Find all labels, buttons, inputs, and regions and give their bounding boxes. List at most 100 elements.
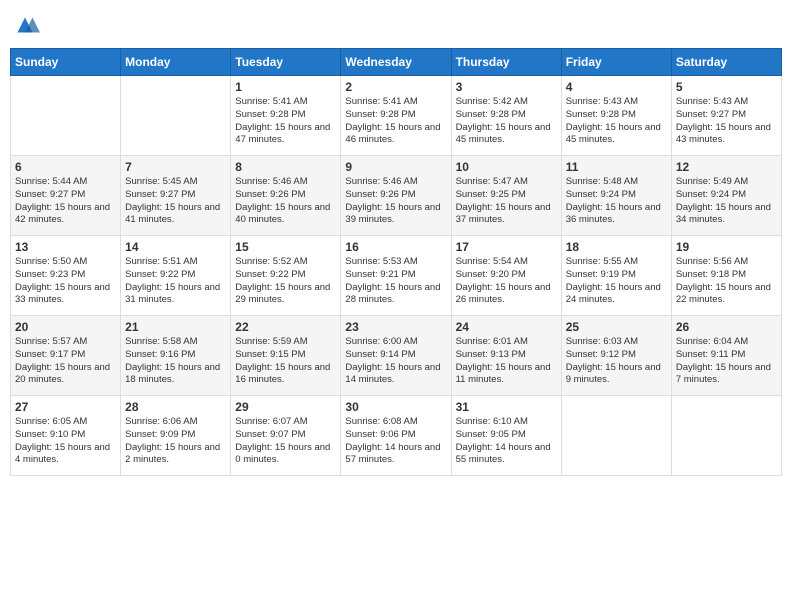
day-info: Sunrise: 5:41 AM Sunset: 9:28 PM Dayligh… bbox=[235, 96, 336, 147]
week-row-4: 20Sunrise: 5:57 AM Sunset: 9:17 PM Dayli… bbox=[11, 316, 782, 396]
weekday-header-row: SundayMondayTuesdayWednesdayThursdayFrid… bbox=[11, 49, 782, 76]
day-number: 24 bbox=[456, 320, 557, 334]
day-info: Sunrise: 5:42 AM Sunset: 9:28 PM Dayligh… bbox=[456, 96, 557, 147]
day-number: 16 bbox=[345, 240, 446, 254]
day-info: Sunrise: 6:04 AM Sunset: 9:11 PM Dayligh… bbox=[676, 336, 777, 387]
calendar-cell: 6 Sunrise: 5:44 AM Sunset: 9:27 PM Daylig… bbox=[11, 156, 121, 236]
calendar-cell: 25 Sunrise: 6:03 AM Sunset: 9:12 PM Dayli… bbox=[561, 316, 671, 396]
day-info: Sunrise: 6:03 AM Sunset: 9:12 PM Dayligh… bbox=[566, 336, 667, 387]
day-number: 3 bbox=[456, 80, 557, 94]
calendar-cell bbox=[671, 396, 781, 476]
logo-icon bbox=[10, 10, 40, 40]
calendar-cell: 13 Sunrise: 5:50 AM Sunset: 9:23 PM Dayli… bbox=[11, 236, 121, 316]
day-info: Sunrise: 5:56 AM Sunset: 9:18 PM Dayligh… bbox=[676, 256, 777, 307]
day-number: 2 bbox=[345, 80, 446, 94]
day-number: 26 bbox=[676, 320, 777, 334]
calendar-cell: 2 Sunrise: 5:41 AM Sunset: 9:28 PM Daylig… bbox=[341, 76, 451, 156]
calendar-cell: 14 Sunrise: 5:51 AM Sunset: 9:22 PM Dayli… bbox=[121, 236, 231, 316]
day-number: 11 bbox=[566, 160, 667, 174]
day-info: Sunrise: 5:41 AM Sunset: 9:28 PM Dayligh… bbox=[345, 96, 446, 147]
calendar-cell: 17Sunrise: 5:54 AM Sunset: 9:20 PM Dayli… bbox=[451, 236, 561, 316]
calendar-cell: 4 Sunrise: 5:43 AM Sunset: 9:28 PM Daylig… bbox=[561, 76, 671, 156]
day-info: Sunrise: 5:50 AM Sunset: 9:23 PM Dayligh… bbox=[15, 256, 116, 307]
calendar-cell: 16 Sunrise: 5:53 AM Sunset: 9:21 PM Dayli… bbox=[341, 236, 451, 316]
day-number: 30 bbox=[345, 400, 446, 414]
day-number: 8 bbox=[235, 160, 336, 174]
day-info: Sunrise: 6:00 AM Sunset: 9:14 PM Dayligh… bbox=[345, 336, 446, 387]
weekday-header-friday: Friday bbox=[561, 49, 671, 76]
calendar-cell: 8 Sunrise: 5:46 AM Sunset: 9:26 PM Daylig… bbox=[231, 156, 341, 236]
day-number: 27 bbox=[15, 400, 116, 414]
week-row-5: 27Sunrise: 6:05 AM Sunset: 9:10 PM Dayli… bbox=[11, 396, 782, 476]
calendar-cell: 23 Sunrise: 6:00 AM Sunset: 9:14 PM Dayli… bbox=[341, 316, 451, 396]
weekday-header-tuesday: Tuesday bbox=[231, 49, 341, 76]
day-info: Sunrise: 6:06 AM Sunset: 9:09 PM Dayligh… bbox=[125, 416, 226, 467]
weekday-header-saturday: Saturday bbox=[671, 49, 781, 76]
calendar-cell bbox=[11, 76, 121, 156]
calendar-cell: 5 Sunrise: 5:43 AM Sunset: 9:27 PM Daylig… bbox=[671, 76, 781, 156]
day-number: 19 bbox=[676, 240, 777, 254]
day-number: 22 bbox=[235, 320, 336, 334]
day-info: Sunrise: 5:55 AM Sunset: 9:19 PM Dayligh… bbox=[566, 256, 667, 307]
calendar-cell: 20Sunrise: 5:57 AM Sunset: 9:17 PM Dayli… bbox=[11, 316, 121, 396]
calendar-cell: 7 Sunrise: 5:45 AM Sunset: 9:27 PM Daylig… bbox=[121, 156, 231, 236]
calendar-table: SundayMondayTuesdayWednesdayThursdayFrid… bbox=[10, 48, 782, 476]
day-number: 7 bbox=[125, 160, 226, 174]
day-info: Sunrise: 5:52 AM Sunset: 9:22 PM Dayligh… bbox=[235, 256, 336, 307]
calendar-cell: 26 Sunrise: 6:04 AM Sunset: 9:11 PM Dayli… bbox=[671, 316, 781, 396]
day-info: Sunrise: 5:47 AM Sunset: 9:25 PM Dayligh… bbox=[456, 176, 557, 227]
week-row-2: 6 Sunrise: 5:44 AM Sunset: 9:27 PM Daylig… bbox=[11, 156, 782, 236]
day-number: 20 bbox=[15, 320, 116, 334]
day-info: Sunrise: 6:08 AM Sunset: 9:06 PM Dayligh… bbox=[345, 416, 446, 467]
day-number: 10 bbox=[456, 160, 557, 174]
calendar-cell: 28 Sunrise: 6:06 AM Sunset: 9:09 PM Dayli… bbox=[121, 396, 231, 476]
calendar-cell: 22 Sunrise: 5:59 AM Sunset: 9:15 PM Dayli… bbox=[231, 316, 341, 396]
day-info: Sunrise: 5:43 AM Sunset: 9:28 PM Dayligh… bbox=[566, 96, 667, 147]
calendar-cell: 18Sunrise: 5:55 AM Sunset: 9:19 PM Dayli… bbox=[561, 236, 671, 316]
day-info: Sunrise: 5:51 AM Sunset: 9:22 PM Dayligh… bbox=[125, 256, 226, 307]
day-info: Sunrise: 5:58 AM Sunset: 9:16 PM Dayligh… bbox=[125, 336, 226, 387]
calendar-cell: 31 Sunrise: 6:10 AM Sunset: 9:05 PM Dayli… bbox=[451, 396, 561, 476]
day-number: 15 bbox=[235, 240, 336, 254]
day-info: Sunrise: 6:07 AM Sunset: 9:07 PM Dayligh… bbox=[235, 416, 336, 467]
day-number: 9 bbox=[345, 160, 446, 174]
day-number: 6 bbox=[15, 160, 116, 174]
calendar-cell: 30 Sunrise: 6:08 AM Sunset: 9:06 PM Dayli… bbox=[341, 396, 451, 476]
day-info: Sunrise: 5:53 AM Sunset: 9:21 PM Dayligh… bbox=[345, 256, 446, 307]
weekday-header-thursday: Thursday bbox=[451, 49, 561, 76]
day-info: Sunrise: 5:46 AM Sunset: 9:26 PM Dayligh… bbox=[235, 176, 336, 227]
weekday-header-monday: Monday bbox=[121, 49, 231, 76]
day-info: Sunrise: 6:10 AM Sunset: 9:05 PM Dayligh… bbox=[456, 416, 557, 467]
day-number: 4 bbox=[566, 80, 667, 94]
week-row-3: 13 Sunrise: 5:50 AM Sunset: 9:23 PM Dayli… bbox=[11, 236, 782, 316]
calendar-cell: 21Sunrise: 5:58 AM Sunset: 9:16 PM Dayli… bbox=[121, 316, 231, 396]
day-number: 23 bbox=[345, 320, 446, 334]
day-number: 28 bbox=[125, 400, 226, 414]
week-row-1: 1Sunrise: 5:41 AM Sunset: 9:28 PM Daylig… bbox=[11, 76, 782, 156]
calendar-cell: 15 Sunrise: 5:52 AM Sunset: 9:22 PM Dayli… bbox=[231, 236, 341, 316]
day-info: Sunrise: 5:44 AM Sunset: 9:27 PM Dayligh… bbox=[15, 176, 116, 227]
day-info: Sunrise: 6:01 AM Sunset: 9:13 PM Dayligh… bbox=[456, 336, 557, 387]
day-number: 5 bbox=[676, 80, 777, 94]
calendar-cell: 11 Sunrise: 5:48 AM Sunset: 9:24 PM Dayli… bbox=[561, 156, 671, 236]
calendar-cell: 19 Sunrise: 5:56 AM Sunset: 9:18 PM Dayli… bbox=[671, 236, 781, 316]
day-number: 12 bbox=[676, 160, 777, 174]
day-info: Sunrise: 5:59 AM Sunset: 9:15 PM Dayligh… bbox=[235, 336, 336, 387]
day-info: Sunrise: 5:54 AM Sunset: 9:20 PM Dayligh… bbox=[456, 256, 557, 307]
day-number: 25 bbox=[566, 320, 667, 334]
day-number: 14 bbox=[125, 240, 226, 254]
day-info: Sunrise: 5:45 AM Sunset: 9:27 PM Dayligh… bbox=[125, 176, 226, 227]
day-number: 13 bbox=[15, 240, 116, 254]
calendar-cell: 24 Sunrise: 6:01 AM Sunset: 9:13 PM Dayli… bbox=[451, 316, 561, 396]
calendar-cell bbox=[121, 76, 231, 156]
calendar-cell: 9Sunrise: 5:46 AM Sunset: 9:26 PM Daylig… bbox=[341, 156, 451, 236]
day-info: Sunrise: 5:48 AM Sunset: 9:24 PM Dayligh… bbox=[566, 176, 667, 227]
day-number: 31 bbox=[456, 400, 557, 414]
calendar-cell: 27Sunrise: 6:05 AM Sunset: 9:10 PM Dayli… bbox=[11, 396, 121, 476]
day-info: Sunrise: 5:43 AM Sunset: 9:27 PM Dayligh… bbox=[676, 96, 777, 147]
day-info: Sunrise: 5:49 AM Sunset: 9:24 PM Dayligh… bbox=[676, 176, 777, 227]
calendar-cell: 10 Sunrise: 5:47 AM Sunset: 9:25 PM Dayli… bbox=[451, 156, 561, 236]
weekday-header-sunday: Sunday bbox=[11, 49, 121, 76]
calendar-cell: 12 Sunrise: 5:49 AM Sunset: 9:24 PM Dayli… bbox=[671, 156, 781, 236]
calendar-cell: 29Sunrise: 6:07 AM Sunset: 9:07 PM Dayli… bbox=[231, 396, 341, 476]
